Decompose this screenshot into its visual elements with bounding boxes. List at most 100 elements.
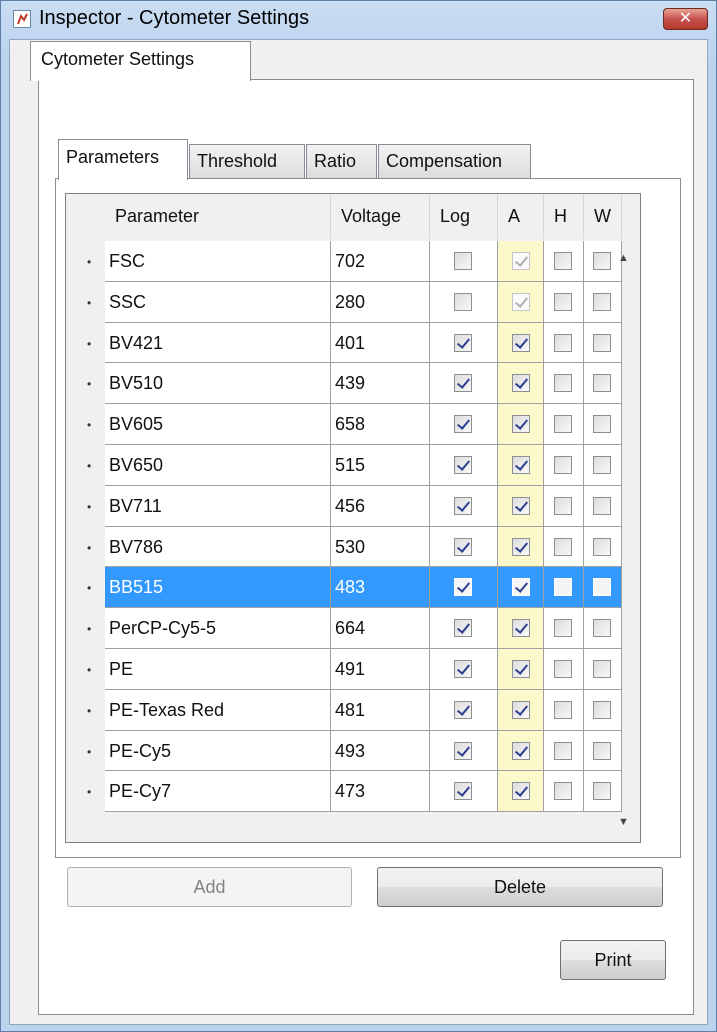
- voltage-cell[interactable]: 702: [331, 241, 430, 282]
- log-checkbox[interactable]: [454, 496, 472, 515]
- w-checkbox[interactable]: [593, 415, 611, 434]
- log-checkbox[interactable]: [454, 333, 472, 352]
- a-checkbox[interactable]: [512, 578, 530, 597]
- log-checkbox[interactable]: [454, 252, 472, 270]
- table-row[interactable]: • BV650 515: [66, 444, 622, 486]
- row-marker[interactable]: •: [66, 608, 105, 649]
- row-marker[interactable]: •: [66, 730, 105, 772]
- h-checkbox[interactable]: [554, 374, 572, 393]
- log-checkbox[interactable]: [454, 374, 472, 393]
- table-row[interactable]: • PE-Cy7 473: [66, 771, 622, 813]
- parameter-cell[interactable]: BB515: [105, 567, 331, 609]
- h-checkbox[interactable]: [554, 455, 572, 474]
- row-marker[interactable]: •: [66, 526, 105, 568]
- column-header-log[interactable]: Log: [430, 194, 498, 239]
- w-checkbox[interactable]: [593, 782, 611, 801]
- table-row[interactable]: • BV421 401: [66, 322, 622, 364]
- w-checkbox[interactable]: [593, 252, 611, 270]
- log-checkbox[interactable]: [454, 537, 472, 556]
- parameter-cell[interactable]: BV786: [105, 526, 331, 568]
- h-checkbox[interactable]: [554, 252, 572, 270]
- parameter-cell[interactable]: BV605: [105, 404, 331, 445]
- row-marker[interactable]: •: [66, 363, 105, 405]
- a-checkbox[interactable]: [512, 496, 530, 515]
- table-row[interactable]: • BV786 530: [66, 526, 622, 568]
- row-marker[interactable]: •: [66, 485, 105, 527]
- title-bar[interactable]: Inspector - Cytometer Settings ✕: [1, 1, 716, 39]
- row-marker[interactable]: •: [66, 241, 105, 282]
- h-checkbox[interactable]: [554, 782, 572, 801]
- voltage-cell[interactable]: 456: [331, 485, 430, 527]
- w-checkbox[interactable]: [593, 659, 611, 678]
- parameter-cell[interactable]: BV421: [105, 322, 331, 364]
- w-checkbox[interactable]: [593, 700, 611, 719]
- table-row[interactable]: • BV510 439: [66, 363, 622, 405]
- row-marker[interactable]: •: [66, 689, 105, 731]
- a-checkbox[interactable]: [512, 252, 530, 270]
- scroll-down-icon[interactable]: ▼: [618, 816, 629, 828]
- add-button[interactable]: Add: [67, 867, 352, 907]
- w-checkbox[interactable]: [593, 537, 611, 556]
- table-row[interactable]: • FSC 702: [66, 241, 622, 282]
- table-row[interactable]: • PE-Texas Red 481: [66, 689, 622, 731]
- parameter-cell[interactable]: PE-Cy5: [105, 730, 331, 772]
- a-checkbox[interactable]: [512, 333, 530, 352]
- voltage-cell[interactable]: 481: [331, 689, 430, 731]
- log-checkbox[interactable]: [454, 292, 472, 311]
- voltage-cell[interactable]: 439: [331, 363, 430, 405]
- table-row[interactable]: • BB515 483: [66, 567, 622, 609]
- h-checkbox[interactable]: [554, 741, 572, 760]
- voltage-cell[interactable]: 280: [331, 281, 430, 323]
- log-checkbox[interactable]: [454, 578, 472, 597]
- parameter-cell[interactable]: FSC: [105, 241, 331, 282]
- row-marker[interactable]: •: [66, 648, 105, 690]
- parameter-cell[interactable]: BV711: [105, 485, 331, 527]
- w-checkbox[interactable]: [593, 374, 611, 393]
- tab-ratio[interactable]: Ratio: [306, 144, 377, 178]
- voltage-cell[interactable]: 658: [331, 404, 430, 445]
- log-checkbox[interactable]: [454, 659, 472, 678]
- row-marker[interactable]: •: [66, 444, 105, 486]
- table-row[interactable]: • PE-Cy5 493: [66, 730, 622, 772]
- h-checkbox[interactable]: [554, 292, 572, 311]
- a-checkbox[interactable]: [512, 782, 530, 801]
- parameter-cell[interactable]: PE: [105, 648, 331, 690]
- parameter-cell[interactable]: SSC: [105, 281, 331, 323]
- a-checkbox[interactable]: [512, 374, 530, 393]
- a-checkbox[interactable]: [512, 415, 530, 434]
- a-checkbox[interactable]: [512, 700, 530, 719]
- w-checkbox[interactable]: [593, 619, 611, 638]
- parameter-cell[interactable]: PE-Cy7: [105, 771, 331, 813]
- h-checkbox[interactable]: [554, 619, 572, 638]
- row-marker[interactable]: •: [66, 567, 105, 609]
- row-marker[interactable]: •: [66, 281, 105, 323]
- h-checkbox[interactable]: [554, 333, 572, 352]
- voltage-cell[interactable]: 473: [331, 771, 430, 813]
- voltage-cell[interactable]: 493: [331, 730, 430, 772]
- log-checkbox[interactable]: [454, 741, 472, 760]
- voltage-cell[interactable]: 491: [331, 648, 430, 690]
- column-header-a[interactable]: A: [498, 194, 544, 239]
- h-checkbox[interactable]: [554, 415, 572, 434]
- close-button[interactable]: ✕: [663, 8, 708, 30]
- tab-compensation[interactable]: Compensation: [378, 144, 531, 178]
- a-checkbox[interactable]: [512, 619, 530, 638]
- w-checkbox[interactable]: [593, 455, 611, 474]
- delete-button[interactable]: Delete: [377, 867, 663, 907]
- w-checkbox[interactable]: [593, 292, 611, 311]
- log-checkbox[interactable]: [454, 700, 472, 719]
- table-row[interactable]: • PerCP-Cy5-5 664: [66, 608, 622, 649]
- a-checkbox[interactable]: [512, 537, 530, 556]
- h-checkbox[interactable]: [554, 578, 572, 597]
- h-checkbox[interactable]: [554, 700, 572, 719]
- voltage-cell[interactable]: 401: [331, 322, 430, 364]
- parameter-cell[interactable]: PerCP-Cy5-5: [105, 608, 331, 649]
- log-checkbox[interactable]: [454, 415, 472, 434]
- table-row[interactable]: • BV605 658: [66, 404, 622, 445]
- a-checkbox[interactable]: [512, 292, 530, 311]
- tab-parameters[interactable]: Parameters: [58, 139, 188, 180]
- w-checkbox[interactable]: [593, 496, 611, 515]
- voltage-cell[interactable]: 530: [331, 526, 430, 568]
- column-header-parameter[interactable]: Parameter: [105, 194, 331, 239]
- row-marker[interactable]: •: [66, 404, 105, 445]
